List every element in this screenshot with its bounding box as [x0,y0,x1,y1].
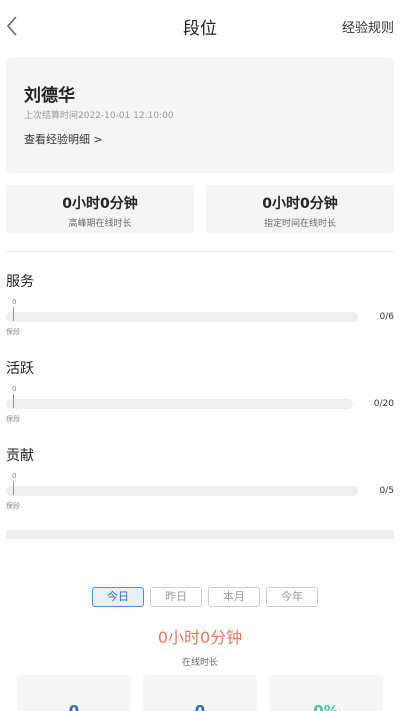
progress-bar [6,312,358,322]
metric-value: 0 [194,702,206,711]
metric-value: 0% [313,702,339,711]
progress-bar [6,399,353,409]
contribution-section: 贡献 0 0/5 保段 [0,445,400,531]
tab-this-month[interactable]: 本月 [208,587,260,607]
experience-detail-link[interactable]: 查看经验明细 > [24,131,103,147]
tab-yesterday[interactable]: 昨日 [150,587,202,607]
period-tabs: 今日 昨日 本月 今年 [92,587,318,607]
tab-this-year[interactable]: 今年 [266,587,318,607]
tick-start-label: 0 [12,385,17,393]
experience-rules-link[interactable]: 经验规则 [342,17,394,36]
metric-card: 0 [143,675,257,711]
active-section: 活跃 0 0/20 保段 [0,358,400,444]
metric-value: 0 [68,702,80,711]
guard-label: 保段 [6,328,20,336]
online-duration-value: 0小时0分钟 [157,628,243,647]
designated-online-stat: 0小时0分钟 指定时间在线时长 [206,185,394,233]
progress-value: 0/20 [373,399,394,409]
stat-label: 高峰期在线时长 [68,219,132,229]
guard-tick [13,481,14,495]
last-settle-time: 上次结算时间2022-10-01 12:10:00 [24,111,174,121]
user-name: 刘德华 [24,86,75,106]
stat-value: 0小时0分钟 [262,196,338,212]
progress-bar [6,486,358,496]
divider [6,251,394,252]
metric-card: 0 [17,675,131,711]
profile-card: 刘德华 上次结算时间2022-10-01 12:10:00 查看经验明细 > [6,57,394,173]
guard-label: 保段 [6,415,20,423]
metric-card: 0% [269,675,383,711]
tick-start-label: 0 [12,298,17,306]
service-section: 服务 0 0/6 保段 [0,271,400,357]
peak-online-stat: 0小时0分钟 高峰期在线时长 [6,185,194,233]
progress-value: 0/5 [379,486,394,496]
stat-label: 指定时间在线时长 [263,219,336,229]
section-title: 活跃 [6,361,34,377]
guard-label: 保段 [6,502,20,510]
page-title: 段位 [183,19,217,39]
tab-today[interactable]: 今日 [92,587,144,607]
section-title: 服务 [6,274,34,290]
guard-tick [13,307,14,321]
stat-value: 0小时0分钟 [62,196,138,212]
section-divider-strip [6,530,394,539]
section-title: 贡献 [6,448,34,464]
progress-value: 0/6 [379,312,394,322]
tick-start-label: 0 [12,472,17,480]
header-bar: 段位 经验规则 [0,0,400,52]
guard-tick [13,394,14,408]
online-duration-label: 在线时长 [181,658,218,668]
